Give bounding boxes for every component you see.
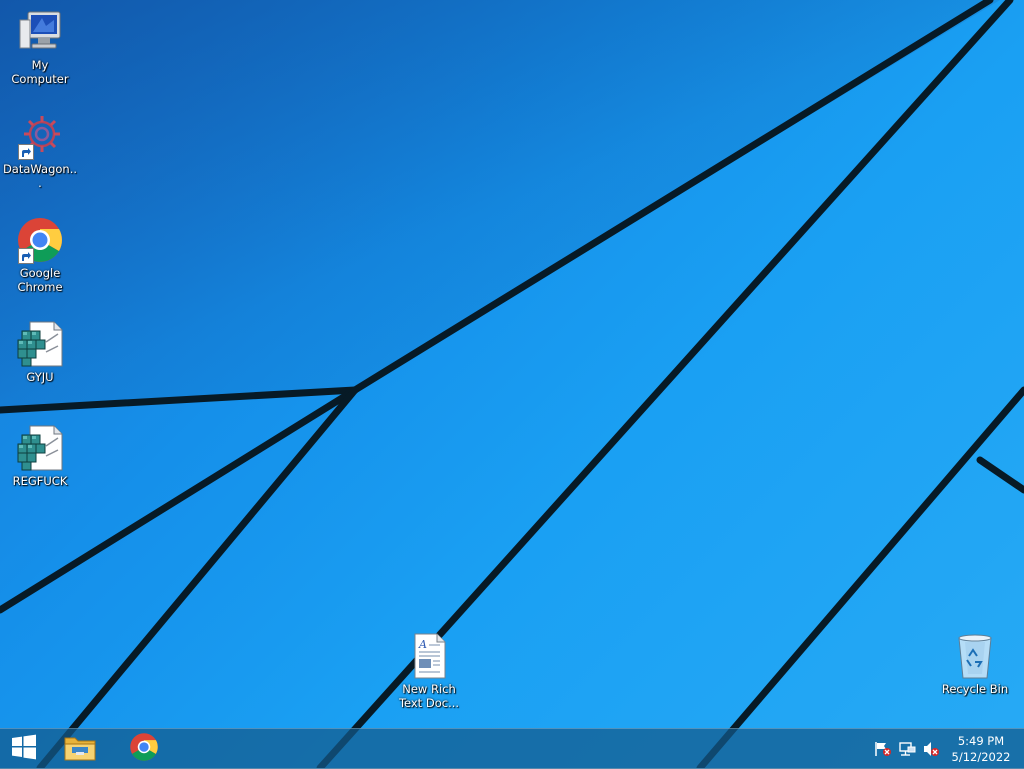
recycle-bin-icon [951, 632, 999, 680]
taskbar-file-explorer-button[interactable] [56, 729, 104, 769]
datawagon-icon [16, 112, 64, 160]
desktop-icon-regfuck[interactable]: REGFUCK [0, 424, 80, 488]
taskbar-chrome-button[interactable] [120, 729, 168, 769]
desktop-icon-label: REGFUCK [12, 474, 68, 488]
desktop-icon-datawagon[interactable]: DataWagon... [0, 112, 80, 190]
clock-time: 5:49 PM [957, 734, 1005, 748]
desktop-icon-label: Recycle Bin [941, 682, 1009, 696]
rich-text-document-icon: A [405, 632, 453, 680]
desktop-icon-label: GYJU [26, 370, 54, 384]
desktop[interactable]: My Computer DataWagon... Google Chrome G… [0, 0, 1024, 768]
desktop-icon-gyju[interactable]: GYJU [0, 320, 80, 384]
wallpaper [0, 0, 1024, 768]
file-explorer-icon [63, 732, 97, 766]
clock-date: 5/12/2022 [951, 750, 1011, 764]
start-button[interactable] [0, 729, 48, 769]
svg-text:A: A [418, 638, 427, 651]
taskbar-clock[interactable]: 5:49 PM 5/12/2022 [946, 733, 1016, 765]
desktop-icon-new-rich-text-document[interactable]: A New Rich Text Doc... [389, 632, 469, 710]
desktop-icon-my-computer[interactable]: My Computer [0, 8, 80, 86]
registry-file-icon [16, 320, 64, 368]
registry-file-icon [16, 424, 64, 472]
shortcut-arrow-icon [18, 248, 34, 264]
desktop-icon-google-chrome[interactable]: Google Chrome [0, 216, 80, 294]
desktop-icon-label: New Rich Text Doc... [398, 682, 460, 710]
desktop-icon-label: My Computer [11, 58, 69, 86]
computer-icon [16, 8, 64, 56]
shortcut-arrow-icon [18, 144, 34, 160]
windows-start-icon [11, 734, 37, 764]
chrome-icon [129, 732, 159, 766]
taskbar: 5:49 PM 5/12/2022 [0, 728, 1024, 769]
desktop-icon-label: Google Chrome [17, 266, 63, 294]
chrome-icon [16, 216, 64, 264]
volume-muted-icon[interactable] [922, 741, 940, 757]
desktop-icon-recycle-bin[interactable]: Recycle Bin [935, 632, 1015, 696]
desktop-icon-label: DataWagon... [2, 162, 78, 190]
action-center-flag-icon[interactable] [874, 741, 892, 757]
network-icon[interactable] [898, 741, 916, 757]
